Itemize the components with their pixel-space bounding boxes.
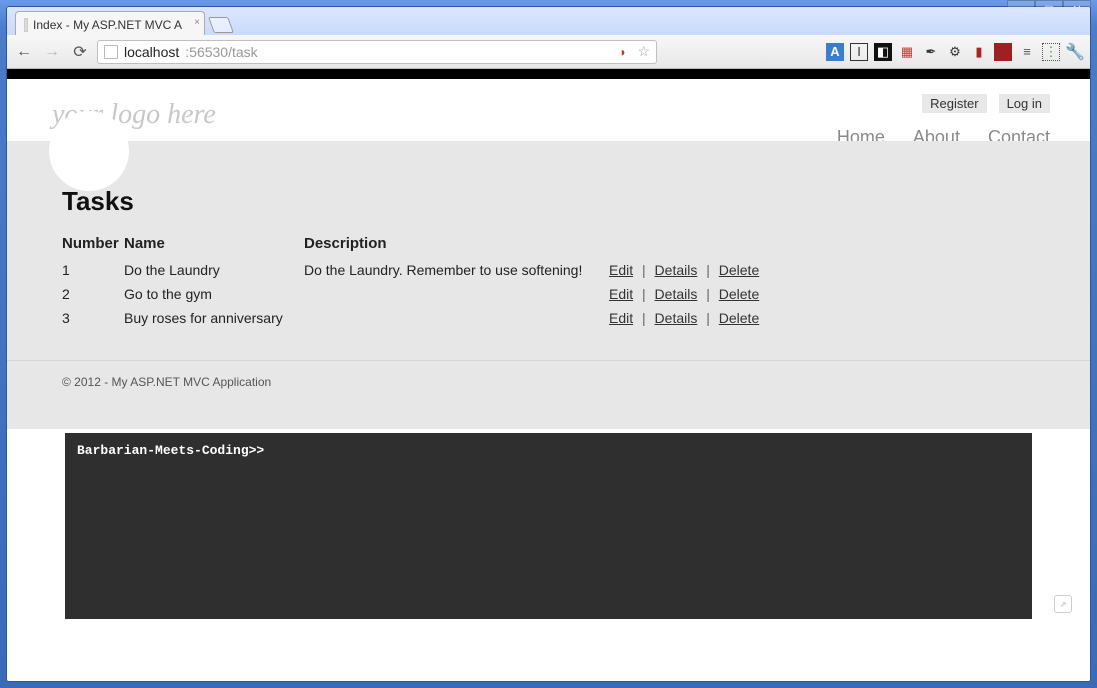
action-separator: | (701, 262, 715, 278)
page-viewport[interactable]: your logo here Register Log in Home Abou… (7, 69, 1090, 681)
content-inner: Tasks Number Name Description (7, 141, 1090, 360)
edit-link[interactable]: Edit (609, 286, 633, 302)
details-link[interactable]: Details (655, 286, 698, 302)
extension-icon[interactable]: ▮ (970, 43, 988, 61)
extension-icon[interactable]: I (850, 43, 868, 61)
extension-area: A I ◧ ▦ ✒ ⚙ ▮ ≡ ⋮ 🔧 (826, 43, 1084, 61)
header-circle-decoration (49, 111, 129, 191)
url-path: :56530/task (185, 44, 257, 60)
new-tab-button[interactable] (208, 17, 234, 33)
edit-link[interactable]: Edit (609, 310, 633, 326)
browser-window-frame: — ▢ ✕ Index - My ASP.NET MVC A × ← → ⟳ l… (0, 0, 1097, 688)
extension-icon[interactable]: ⚙ (946, 43, 964, 61)
action-separator: | (637, 310, 651, 326)
terminal-wrap: Barbarian-Meets-Coding>> ↗ (7, 433, 1090, 619)
details-link[interactable]: Details (655, 262, 698, 278)
wrench-menu-icon[interactable]: 🔧 (1066, 43, 1084, 61)
details-link[interactable]: Details (655, 310, 698, 326)
tab-close-button[interactable]: × (194, 17, 200, 28)
back-button[interactable]: ← (13, 41, 35, 63)
cell-number: 2 (62, 282, 124, 306)
page-title: Tasks (62, 186, 1035, 217)
tasks-table: Number Name Description 1 Do the Laundry (62, 235, 759, 330)
page-icon (104, 45, 118, 59)
cell-name: Do the Laundry (124, 258, 304, 282)
col-header-number: Number (62, 235, 124, 258)
cell-description: Do the Laundry. Remember to use softenin… (304, 258, 609, 282)
extension-icon[interactable]: ✒ (922, 43, 940, 61)
top-black-bar (7, 69, 1090, 79)
cell-number: 1 (62, 258, 124, 282)
col-header-name: Name (124, 235, 304, 258)
footer-copyright: © 2012 - My ASP.NET MVC Application (62, 375, 271, 389)
site-footer: © 2012 - My ASP.NET MVC Application (7, 360, 1090, 429)
extension-icon[interactable]: A (826, 43, 844, 61)
page: your logo here Register Log in Home Abou… (7, 79, 1090, 619)
cell-name: Go to the gym (124, 282, 304, 306)
extension-icon[interactable] (994, 43, 1012, 61)
extension-icon[interactable]: ⋮ (1042, 43, 1060, 61)
share-icon[interactable]: ↗ (1054, 595, 1072, 613)
table-row: 1 Do the Laundry Do the Laundry. Remembe… (62, 258, 759, 282)
delete-link[interactable]: Delete (719, 310, 759, 326)
forward-button[interactable]: → (41, 41, 63, 63)
cell-actions: Edit | Details | Delete (609, 282, 759, 306)
delete-link[interactable]: Delete (719, 286, 759, 302)
register-link[interactable]: Register (922, 94, 986, 113)
url-host: localhost (124, 44, 179, 60)
browser-tab[interactable]: Index - My ASP.NET MVC A × (15, 11, 205, 35)
cell-name: Buy roses for anniversary (124, 306, 304, 330)
browser-toolbar: ← → ⟳ localhost :56530/task ◑ ☆ A I ◧ ▦ ✒… (7, 35, 1090, 69)
auth-nav: Register Log in (922, 94, 1050, 113)
action-separator: | (637, 262, 651, 278)
reload-button[interactable]: ⟳ (69, 41, 91, 63)
cell-description (304, 282, 609, 306)
cell-description (304, 306, 609, 330)
table-row: 3 Buy roses for anniversary Edit | Detai… (62, 306, 759, 330)
bookmark-star-icon[interactable]: ☆ (637, 43, 650, 60)
tab-strip: Index - My ASP.NET MVC A × (7, 7, 1090, 35)
terminal-prompt: Barbarian-Meets-Coding>> (77, 443, 264, 458)
cell-actions: Edit | Details | Delete (609, 306, 759, 330)
address-bar[interactable]: localhost :56530/task ◑ ☆ (97, 40, 657, 64)
col-header-description: Description (304, 235, 609, 258)
cell-actions: Edit | Details | Delete (609, 258, 759, 282)
tab-title: Index - My ASP.NET MVC A (33, 18, 182, 32)
login-link[interactable]: Log in (999, 94, 1050, 113)
share-indicator-icon: ◑ (618, 45, 625, 59)
action-separator: | (637, 286, 651, 302)
action-separator: | (701, 310, 715, 326)
content-band: Tasks Number Name Description (7, 141, 1090, 360)
extension-icon[interactable]: ▦ (898, 43, 916, 61)
delete-link[interactable]: Delete (719, 262, 759, 278)
extension-icon[interactable]: ◧ (874, 43, 892, 61)
browser-inner: Index - My ASP.NET MVC A × ← → ⟳ localho… (6, 6, 1091, 682)
edit-link[interactable]: Edit (609, 262, 633, 278)
action-separator: | (701, 286, 715, 302)
table-row: 2 Go to the gym Edit | Details | Delete (62, 282, 759, 306)
terminal-panel[interactable]: Barbarian-Meets-Coding>> ↗ (65, 433, 1032, 619)
site-header: your logo here Register Log in Home Abou… (7, 79, 1090, 141)
col-header-actions (609, 235, 759, 258)
cell-number: 3 (62, 306, 124, 330)
favicon-icon (24, 18, 28, 32)
extension-icon[interactable]: ≡ (1018, 43, 1036, 61)
